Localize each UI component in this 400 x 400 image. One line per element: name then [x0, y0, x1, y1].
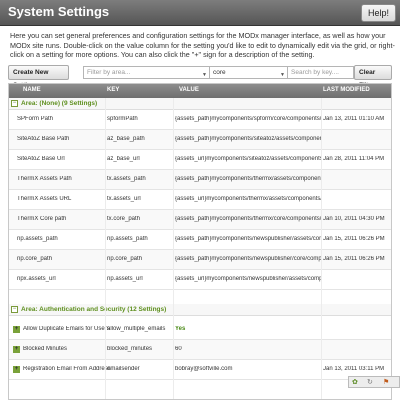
area-filter-combo[interactable]: Filter by area... ▼ [83, 66, 210, 79]
setting-name: np.core_path [17, 256, 53, 262]
grid-header: NAME KEY VALUE LAST MODIFIED [9, 84, 391, 98]
setting-name: ThermX Core path [17, 216, 67, 222]
setting-value[interactable]: {assets_path}mycomponents/newspublisher/… [175, 236, 321, 242]
page-title: System Settings [8, 4, 110, 19]
table-row[interactable]: ThermX Core path tx.core_path {assets_pa… [9, 210, 391, 230]
settings-toolbar: Create New Setting Filter by area... ▼ c… [8, 65, 394, 89]
setting-value[interactable]: {assets_url}mycomponents/siteatoz/assets… [175, 156, 321, 162]
page-description: Here you can set general preferences and… [10, 31, 395, 59]
grid-group-header[interactable]: − Area: Authentication and Security (12 … [9, 304, 391, 316]
table-row[interactable]: + Registration Email From Address emails… [9, 360, 391, 380]
settings-grid: NAME KEY VALUE LAST MODIFIED − Area: (No… [8, 83, 392, 400]
column-divider [105, 98, 106, 399]
green-leaf-icon[interactable]: ✿ [352, 378, 358, 386]
setting-name: ThermX Assets Path [17, 176, 72, 182]
table-row[interactable]: ThermX Assets Path tx.assets_path {asset… [9, 170, 391, 190]
search-key-placeholder: Search by key.... [291, 69, 339, 76]
setting-key: np.assets_path [107, 236, 148, 242]
column-divider [173, 98, 174, 399]
expand-plus-icon[interactable]: + [13, 366, 20, 373]
setting-key: az_base_path [107, 136, 145, 142]
setting-key: tx.core_path [107, 216, 141, 222]
setting-name: SPForm Path [17, 116, 54, 122]
setting-key: np.core_path [107, 256, 143, 262]
table-row[interactable]: npx.assets_url np.assets_url {assets_url… [9, 270, 391, 290]
setting-name: SiteAtoZ Base Path [17, 136, 70, 142]
chevron-down-icon: ▼ [202, 72, 207, 78]
setting-name: ThermX Assets URL [17, 196, 72, 202]
collapse-icon[interactable]: − [11, 100, 18, 107]
setting-name: Blocked Minutes [23, 346, 68, 352]
column-header-value[interactable]: VALUE [179, 87, 199, 93]
clear-filter-button[interactable]: Clear Filter [354, 65, 392, 89]
system-tray: ✿ ↻ ⚑ [348, 376, 400, 388]
setting-name: Allow Duplicate Emails for Users [23, 326, 110, 332]
setting-modified: Jan 13, 2011 01:10 AM [323, 116, 385, 122]
search-key-input[interactable]: Search by key.... [287, 66, 354, 79]
setting-key: np.assets_url [107, 276, 143, 282]
setting-modified: Jan 10, 2011 04:30 PM [323, 216, 385, 222]
table-row[interactable]: SiteAtoZ Base Path az_base_path {assets_… [9, 130, 391, 150]
setting-value[interactable]: {assets_url}mycomponents/thermx/assets/c… [175, 196, 321, 202]
collapse-icon[interactable]: − [11, 306, 18, 313]
setting-key: allow_multiple_emails [107, 326, 166, 332]
setting-key: az_base_url [107, 156, 140, 162]
setting-value[interactable]: {assets_path}mycomponents/spform/core/co… [175, 116, 321, 122]
setting-value[interactable]: {assets_path}mycomponents/siteatoz/asset… [175, 136, 321, 142]
column-divider [321, 98, 322, 399]
table-row[interactable]: SiteAtoZ Base Url az_base_url {assets_ur… [9, 150, 391, 170]
flag-icon[interactable]: ⚑ [383, 378, 389, 386]
create-new-setting-button[interactable]: Create New Setting [8, 65, 69, 89]
table-row[interactable]: + Allow Duplicate Emails for Users allow… [9, 320, 391, 340]
table-row[interactable]: np.core_path np.core_path {assets_path}m… [9, 250, 391, 270]
setting-modified: Jan 15, 2011 06:26 PM [323, 256, 385, 262]
column-header-name[interactable]: NAME [23, 87, 41, 93]
title-bar: System Settings Help! [0, 0, 400, 26]
setting-key: emailsender [107, 366, 140, 372]
setting-value[interactable]: {assets_path}mycomponents/newspublisher/… [175, 256, 321, 262]
grid-group-header[interactable]: − Area: (None) (9 Settings) [9, 98, 391, 110]
setting-value[interactable]: {assets_url}mycomponents/newspublisher/a… [175, 276, 321, 282]
setting-name: SiteAtoZ Base Url [17, 156, 65, 162]
setting-key: tx.assets_url [107, 196, 141, 202]
column-header-key[interactable]: KEY [107, 87, 119, 93]
setting-key: tx.assets_path [107, 176, 146, 182]
area-filter-placeholder: Filter by area... [87, 69, 131, 76]
table-row[interactable]: + Blocked Minutes blocked_minutes 60 [9, 340, 391, 360]
namespace-filter-combo[interactable]: core ▼ [209, 66, 288, 79]
setting-key: blocked_minutes [107, 346, 153, 352]
redo-icon[interactable]: ↻ [367, 378, 373, 386]
setting-name: np.assets_path [17, 236, 58, 242]
group-label: Area: Authentication and Security (12 Se… [21, 306, 167, 313]
setting-name: Registration Email From Address [23, 366, 111, 372]
setting-value[interactable]: {assets_path}mycomponents/thermx/assets/… [175, 176, 321, 182]
setting-modified: Jan 13, 2011 03:11 PM [323, 366, 385, 372]
setting-value[interactable]: bobray@softville.com [175, 366, 321, 372]
setting-modified: Jan 28, 2011 11:04 PM [323, 156, 385, 162]
chevron-down-icon: ▼ [280, 72, 285, 78]
group-label: Area: (None) (9 Settings) [21, 100, 98, 107]
help-button[interactable]: Help! [360, 4, 396, 22]
namespace-filter-value: core [213, 69, 226, 76]
expand-plus-icon[interactable]: + [13, 346, 20, 353]
setting-key: spformPath [107, 116, 138, 122]
setting-value[interactable]: Yes [175, 326, 321, 332]
column-header-last-modified[interactable]: LAST MODIFIED [323, 87, 370, 93]
setting-value[interactable]: {assets_path}mycomponents/thermx/core/co… [175, 216, 321, 222]
table-row[interactable]: ThermX Assets URL tx.assets_url {assets_… [9, 190, 391, 210]
setting-modified: Jan 15, 2011 06:26 PM [323, 236, 385, 242]
table-row[interactable]: SPForm Path spformPath {assets_path}myco… [9, 110, 391, 130]
expand-plus-icon[interactable]: + [13, 326, 20, 333]
setting-name: npx.assets_url [17, 276, 56, 282]
setting-value[interactable]: 60 [175, 346, 321, 352]
table-row[interactable]: np.assets_path np.assets_path {assets_pa… [9, 230, 391, 250]
